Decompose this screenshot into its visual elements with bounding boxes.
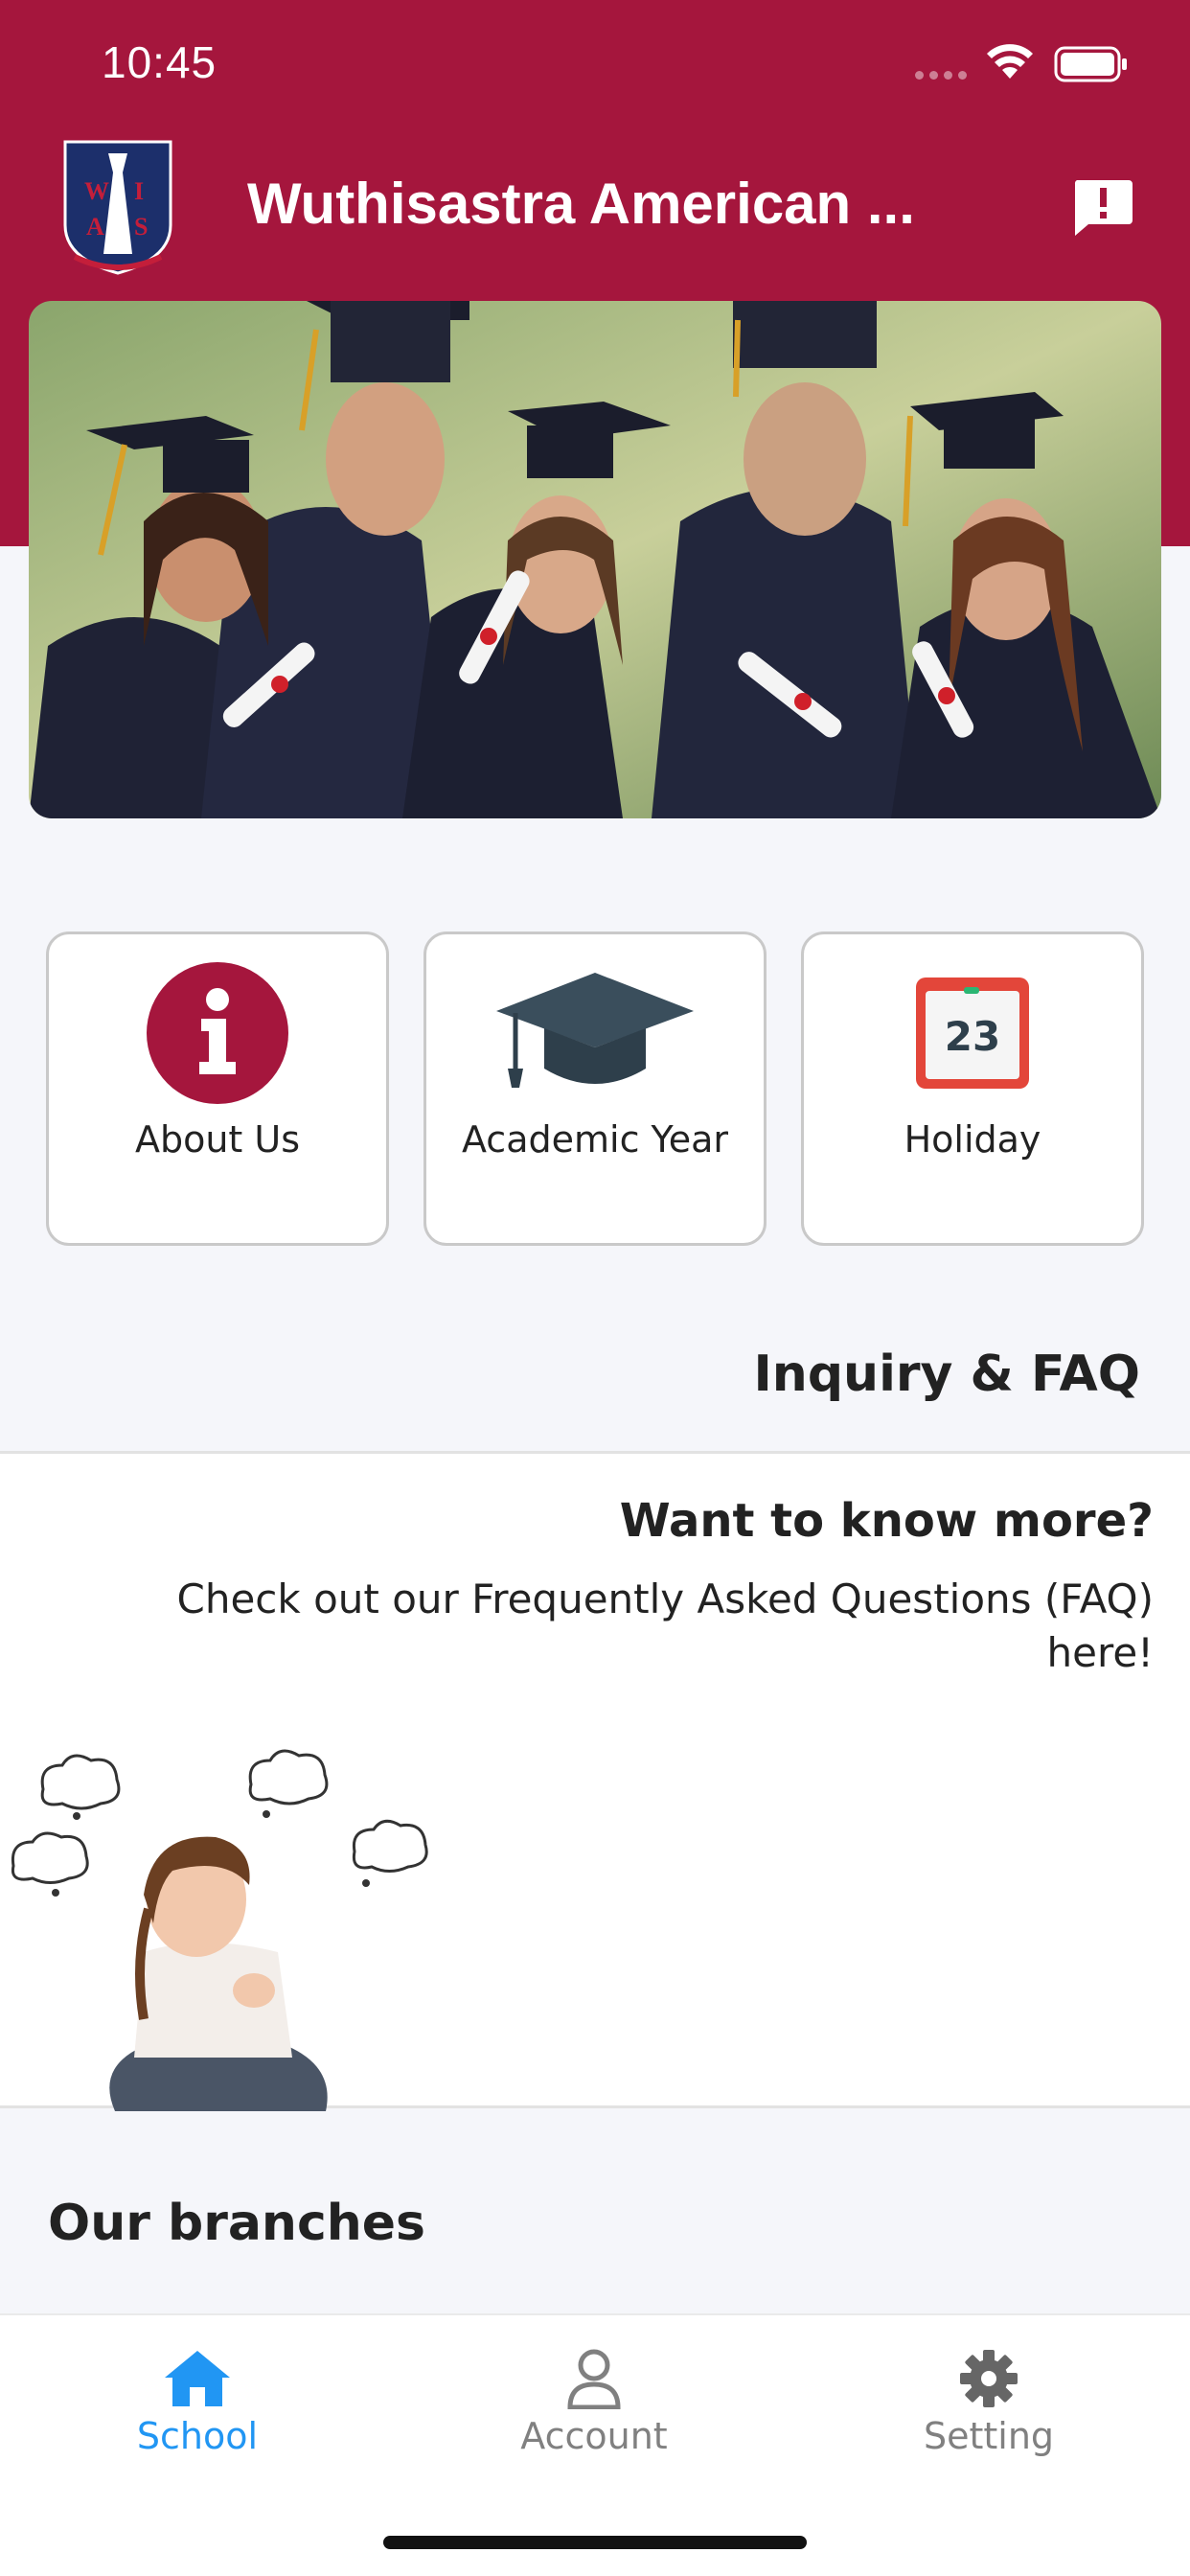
quick-links: About Us Academic Year 23 Holiday: [46, 932, 1144, 1246]
info-icon: [49, 961, 386, 1105]
holiday-label: Holiday: [904, 1118, 1041, 1161]
app-bar: W I A S Wuthisastra American ...: [0, 134, 1190, 278]
report-feedback-icon[interactable]: [1071, 176, 1134, 238]
home-icon: [54, 2344, 341, 2413]
app-title: Wuthisastra American ...: [247, 172, 915, 236]
inquiry-faq-title: Inquiry & FAQ: [753, 1346, 1140, 1403]
faq-panel[interactable]: Want to know more? Check out our Frequen…: [0, 1451, 1190, 2111]
gear-icon: [845, 2344, 1133, 2413]
graduation-cap-icon: [426, 961, 764, 1105]
home-indicator[interactable]: [383, 2536, 807, 2549]
tab-account[interactable]: Account: [450, 2344, 738, 2459]
faq-description: Check out our Frequently Asked Questions…: [176, 1576, 1154, 1676]
svg-text:S: S: [134, 213, 148, 241]
thinking-girl-illustration: [11, 1749, 428, 2111]
status-bar: 10:45: [0, 0, 1190, 134]
school-logo: W I A S: [63, 140, 172, 275]
banner-image-graduates: [29, 301, 1161, 818]
tab-account-label: Account: [520, 2415, 668, 2457]
tab-school[interactable]: School: [54, 2344, 341, 2459]
cellular-signal-icon: [915, 71, 967, 80]
wifi-icon: [987, 44, 1033, 79]
calendar-icon: 23: [804, 961, 1141, 1105]
tab-setting-label: Setting: [923, 2415, 1055, 2457]
tab-school-label: School: [136, 2415, 259, 2457]
svg-text:A: A: [86, 213, 104, 241]
svg-text:W: W: [84, 177, 109, 205]
tab-setting[interactable]: Setting: [845, 2344, 1133, 2459]
calendar-day: 23: [945, 1013, 1000, 1060]
faq-heading: Want to know more?: [619, 1494, 1154, 1548]
status-time: 10:45: [102, 37, 217, 87]
svg-text:I: I: [134, 177, 144, 205]
academic-year-label: Academic Year: [461, 1118, 728, 1161]
battery-icon: [1054, 46, 1127, 82]
about-us-card[interactable]: About Us: [46, 932, 389, 1246]
our-branches-title: Our branches: [48, 2195, 426, 2252]
person-icon: [450, 2344, 738, 2413]
academic-year-card[interactable]: Academic Year: [423, 932, 767, 1246]
holiday-card[interactable]: 23 Holiday: [801, 932, 1144, 1246]
about-us-label: About Us: [134, 1118, 301, 1161]
